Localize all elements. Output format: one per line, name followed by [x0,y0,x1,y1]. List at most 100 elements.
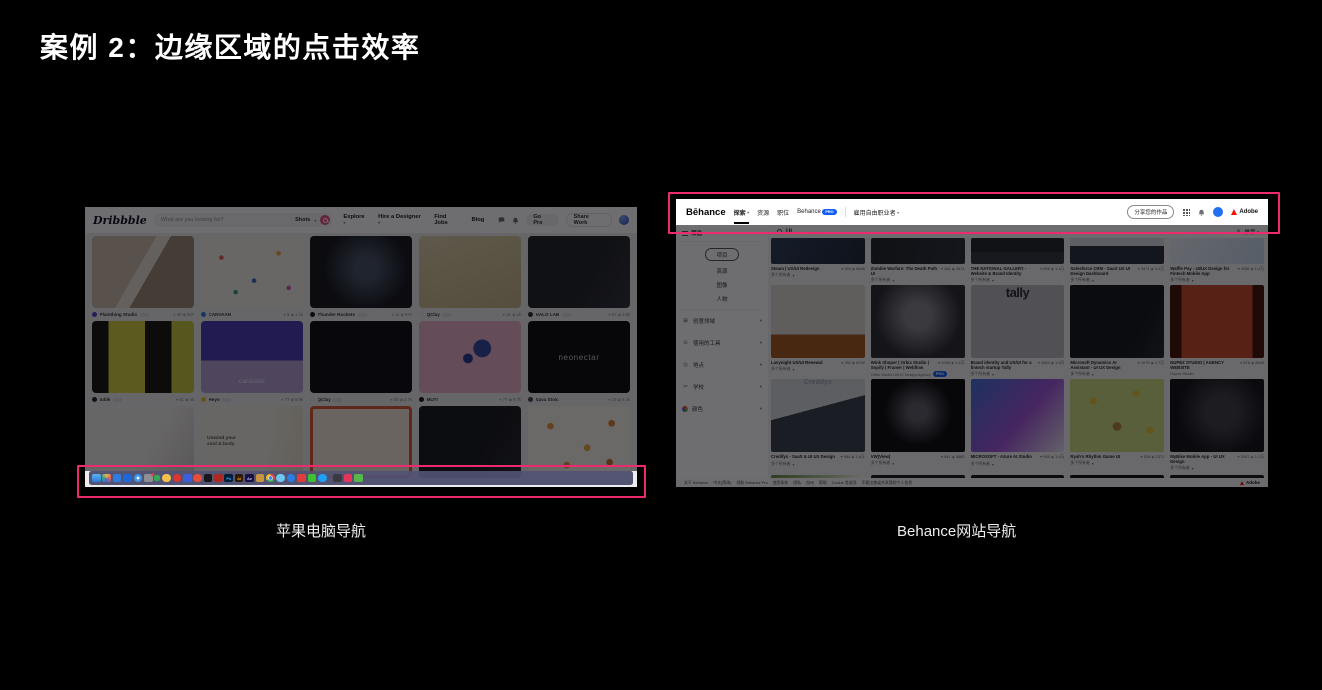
project-image[interactable] [1170,238,1264,264]
project-image[interactable]: Credifyx [771,379,865,452]
project-image[interactable] [1070,379,1164,452]
footer-do-not-sell[interactable]: 不要出售或共享我的个人信息 [862,480,913,486]
project-image[interactable] [971,238,1065,264]
footer-california[interactable]: 加州 [806,480,814,486]
project-card[interactable]: Ryah's Rhythm Game UI♥ 526 ◉ 2371 多个所有者▾ [1070,379,1164,473]
filter-color[interactable]: 颜色▾ [682,398,762,420]
shot-image[interactable] [92,321,194,393]
project-card[interactable]: Steam | UX/UI Redesign♥ 394 ◉ 8646 多个所有者… [771,238,865,285]
project-card[interactable]: tally Brand identity and UX/UI for a fin… [971,285,1065,379]
project-owner[interactable]: Dupez Studio [1170,370,1264,378]
project-image[interactable] [771,285,865,358]
project-title[interactable]: DUPEZ STUDIO | AGENCY WEBSITE [1170,360,1237,370]
project-image[interactable] [1070,238,1164,264]
shot-image[interactable] [310,321,412,393]
project-title[interactable]: Wink Shoper | Orbix Studio | Sopify | Fr… [871,360,935,370]
author-name[interactable]: Sava Stoic [536,397,559,402]
project-card[interactable]: Microsoft Dynamics AI Assistant - UI UX … [1070,285,1164,379]
chat-icon[interactable] [498,217,505,224]
project-title[interactable]: Microsoft Dynamics AI Assistant - UI UX … [1070,360,1134,370]
project-card[interactable]: VW(View)♥ 941 ◉ 5880 多个所有者▾ [871,379,965,473]
nav-blog[interactable]: Blog [471,217,484,223]
project-owner[interactable]: 多个所有者▾ [1070,276,1164,285]
footer-privacy[interactable]: 隐私 [793,480,801,486]
avatar[interactable] [528,312,533,317]
author-name[interactable]: tubik [100,397,111,402]
avatar[interactable] [528,397,533,402]
filter-creative-fields[interactable]: ⊞创意领域▾ [682,310,762,332]
project-owner[interactable]: 多个所有者▾ [1170,464,1264,473]
project-image[interactable] [971,379,1065,452]
author-name[interactable]: HALO LAB [536,312,560,317]
avatar[interactable] [201,397,206,402]
project-title[interactable]: THE NATIONAL GALLERY - Website & Brand I… [971,266,1037,276]
avatar[interactable] [619,215,629,225]
avatar[interactable] [92,312,97,317]
shot-card[interactable]: QClay♥ 38 ◉ 2.7k [310,321,412,406]
avatar[interactable] [92,397,97,402]
footer-terms[interactable]: 使用条款 [773,480,789,486]
shot-card[interactable]: neonectar Sava Stoic♥ 19 ◉ 8.4k [528,321,630,406]
nav-explore[interactable]: Explore ▾ [343,214,368,226]
shot-image[interactable] [528,236,630,308]
author-name[interactable]: CANVAAN [209,312,232,317]
shot-card[interactable]: tubik♥ 51 ◉ 4k [92,321,194,406]
project-image[interactable] [771,238,865,264]
project-owner[interactable]: 多个所有者▾ [771,365,865,374]
avatar[interactable] [201,312,206,317]
filter-location[interactable]: ◎地点▾ [682,354,762,376]
project-title[interactable]: Lavynight UX/UI Renewal [771,360,838,365]
shot-image[interactable] [310,236,412,308]
footer-help[interactable]: 帮助 [819,480,827,486]
shot-card[interactable]: carousel Heyo♥ 77 ◉ 8.9k [201,321,303,406]
project-title[interactable]: Credifyx - SaaS & UI UX Design [771,454,837,459]
project-image[interactable] [871,379,965,452]
footer-about[interactable]: 关于 Behance [684,480,708,486]
project-image[interactable] [1170,285,1264,358]
project-owner[interactable]: 多个所有者▾ [871,459,965,468]
filter-tools-used[interactable]: ⊙使用的工具▾ [682,332,762,354]
project-title[interactable]: Zombie Warfare: The Death Path UI [871,266,938,276]
project-image[interactable] [871,285,965,358]
tab-assets[interactable]: 资源 [716,267,727,275]
project-card[interactable]: Salesforce CRM - SaaS UX UI Design Dashb… [1070,238,1164,285]
project-card[interactable]: Credifyx Credifyx - SaaS & UI UX Design♥… [771,379,865,473]
project-card[interactable]: Zombie Warfare: The Death Path UI♥ 264 ◉… [871,238,965,285]
share-work-button[interactable]: Share Work [566,213,612,227]
tab-images[interactable]: 图像 [716,281,727,289]
project-title[interactable]: MICROSOFT - Azure AI Studio [971,454,1037,459]
project-title[interactable]: Brand identity and UX/UI for a fintech s… [971,360,1035,370]
project-card[interactable]: Lavynight UX/UI Renewal♥ 782 ◉ 8792 多个所有… [771,285,865,379]
project-card[interactable]: Waffle Pay - UI/UX Design for Fintech Mo… [1170,238,1264,285]
project-owner[interactable]: 多个所有者▾ [971,370,1065,379]
project-image[interactable]: tally [971,285,1065,358]
shot-image[interactable] [419,236,521,308]
avatar[interactable] [419,312,424,317]
project-owner[interactable]: 多个所有者▾ [971,276,1065,285]
footer-cookie-prefs[interactable]: Cookie 首选项 [832,480,857,486]
project-image[interactable] [871,238,965,264]
project-owner[interactable]: 多个所有者▾ [1070,459,1164,468]
shot-card[interactable]: Thunder Rockets♥ 11 ◉ 974 [310,236,412,321]
project-title[interactable]: Steam | UX/UI Redesign [771,266,838,271]
search-bar[interactable]: What are you looking for? Shots ▾ [154,213,333,227]
avatar[interactable] [310,397,315,402]
project-owner[interactable]: 多个所有者▾ [1070,370,1164,379]
project-card[interactable]: MyBike Mobile App - UI UX Design♥ 2047 ◉… [1170,379,1264,473]
project-owner[interactable]: 多个所有者▾ [871,276,965,285]
project-image[interactable] [1070,285,1164,358]
search-button[interactable] [320,215,330,225]
shot-card[interactable]: Plainthing Studio♥ 30 ◉ 527 [92,236,194,321]
project-title[interactable]: Ryah's Rhythm Game UI [1070,454,1137,459]
project-owner[interactable]: 多个所有者▾ [771,271,865,280]
project-title[interactable]: Waffle Pay - UI/UX Design for Fintech Mo… [1170,266,1235,276]
project-image[interactable] [1170,379,1264,452]
project-card[interactable]: DUPEZ STUDIO | AGENCY WEBSITE♥ 878 ◉ 854… [1170,285,1264,379]
author-name[interactable]: QClay [318,397,331,402]
dribbble-logo[interactable]: Dribbble [93,214,147,227]
project-card[interactable]: MICROSOFT - Azure AI Studio♥ 939 ◉ 1.4万 … [971,379,1065,473]
shot-card[interactable]: HALO LAB♥ 57 ◉ 2.6k [528,236,630,321]
footer-language[interactable]: 中文(简体) [713,480,731,486]
tab-projects[interactable]: 项目 [705,248,738,261]
project-card[interactable]: Wink Shoper | Orbix Studio | Sopify | Fr… [871,285,965,379]
